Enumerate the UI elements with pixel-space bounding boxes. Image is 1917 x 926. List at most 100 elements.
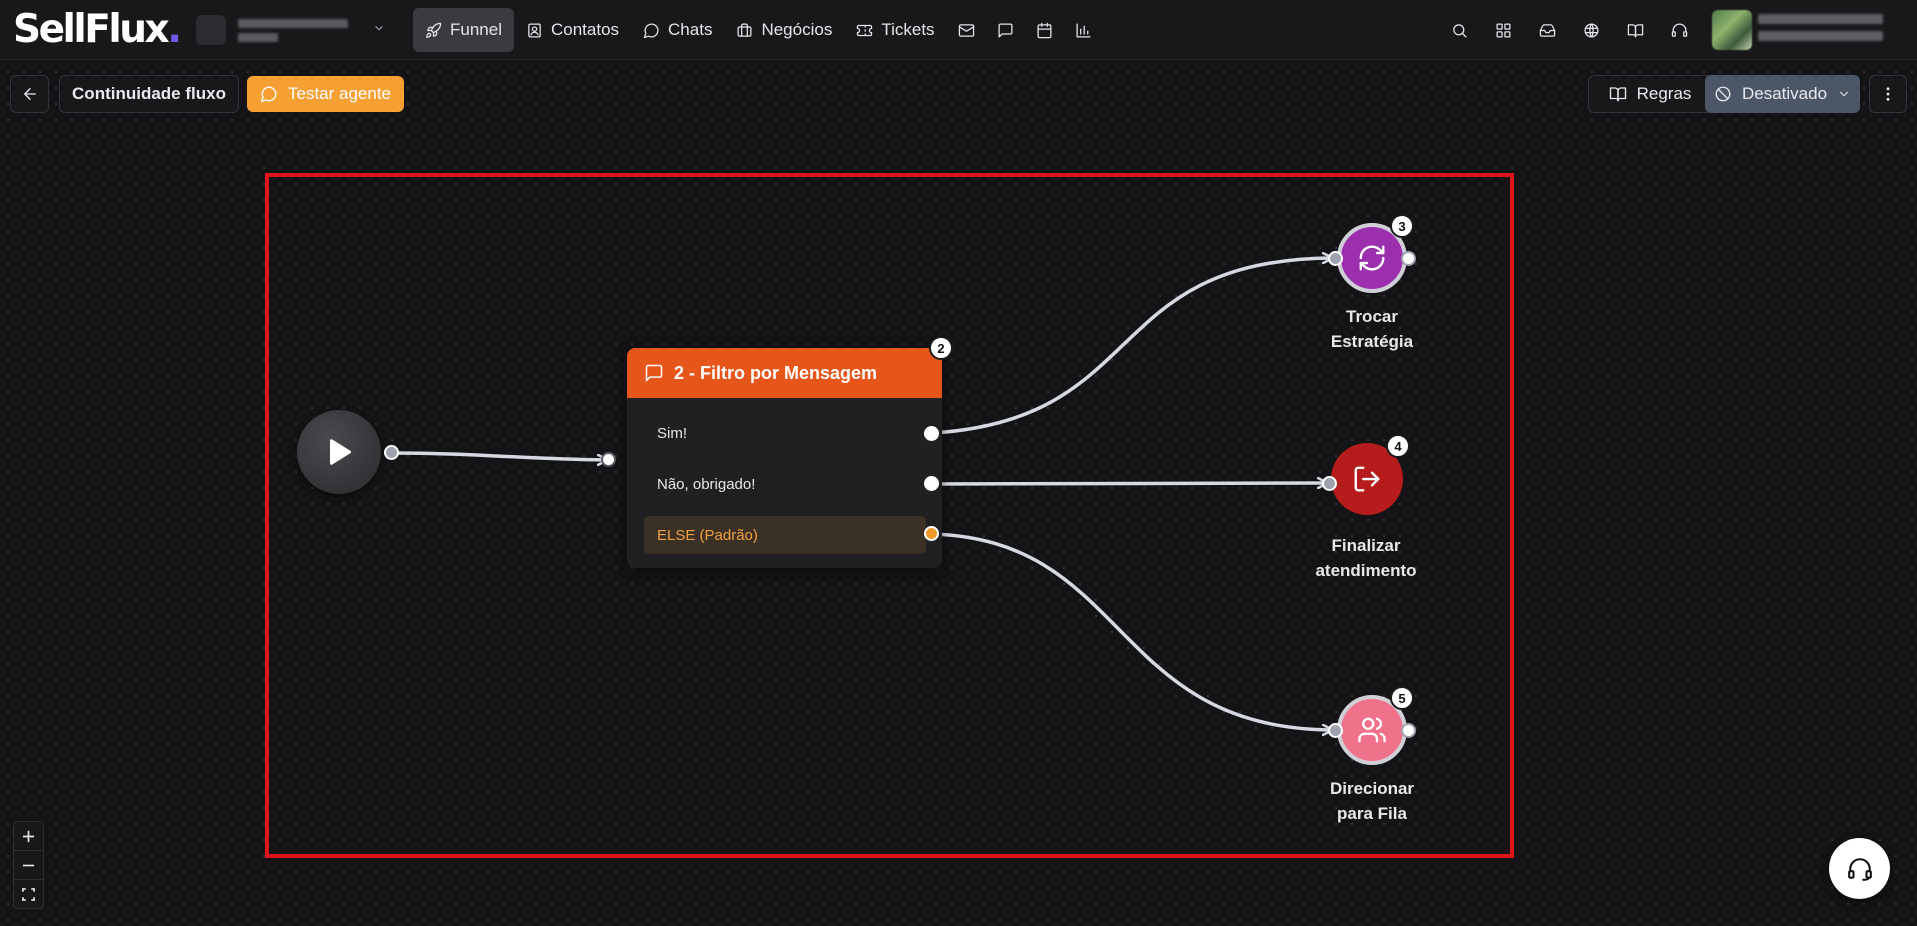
inbox-icon: [1539, 23, 1555, 37]
apps-button[interactable]: [1481, 8, 1525, 52]
message-square-icon: [645, 364, 663, 382]
chat-icon: [260, 86, 277, 103]
workspace-avatar: [196, 15, 226, 45]
floating-support-button[interactable]: [1829, 838, 1890, 899]
ban-icon: [1715, 86, 1731, 102]
more-vertical-icon: [1886, 87, 1890, 101]
chevron-down-icon: [1840, 91, 1849, 97]
filter-option-else[interactable]: ELSE (Padrão): [644, 516, 926, 554]
start-node[interactable]: [297, 410, 381, 494]
trocar-output-handle[interactable]: [1401, 251, 1416, 266]
filter-else-handle[interactable]: [924, 526, 939, 541]
ticket-icon: [857, 24, 873, 36]
nav-messages[interactable]: [986, 8, 1025, 52]
users-icon: [1358, 717, 1386, 743]
arrow-left-icon: [23, 88, 36, 100]
trocar-estrategia-badge: 3: [1390, 214, 1414, 238]
nav-contatos[interactable]: Contatos: [514, 8, 631, 52]
nav-tickets-label: Tickets: [881, 20, 935, 39]
nav-negocios[interactable]: Negócios: [724, 8, 844, 52]
inbox-button[interactable]: [1525, 8, 1569, 52]
edge-sim-trocar: [931, 258, 1332, 435]
direcionar-fila-badge: 5: [1390, 686, 1414, 710]
nav-tickets[interactable]: Tickets: [844, 8, 946, 52]
bar-chart-icon: [1076, 22, 1091, 38]
flow-edges: [390, 0, 1917, 926]
header-actions: [1437, 8, 1701, 52]
support-button-header[interactable]: [1657, 8, 1701, 52]
test-agent-label: Testar agente: [287, 84, 391, 103]
rules-label: Regras: [1636, 84, 1692, 103]
nav-calendar[interactable]: [1025, 8, 1064, 52]
nav-funnel-label: Funnel: [450, 20, 502, 39]
apps-grid-icon: [1495, 22, 1511, 38]
direcionar-fila-label: Direcionar para Fila: [1292, 776, 1452, 826]
nav-contatos-label: Contatos: [550, 20, 620, 39]
zoom-in-button[interactable]: [14, 822, 43, 851]
finalizar-label-line1: Finalizar: [1331, 536, 1401, 555]
user-info-redacted[interactable]: [1758, 14, 1883, 41]
filter-node-badge: 2: [929, 336, 953, 360]
filter-input-handle[interactable]: [601, 452, 616, 467]
globe-icon: [1583, 22, 1599, 38]
direcionar-output-handle[interactable]: [1401, 723, 1416, 738]
trocar-estrategia-label: Trocar Estratégia: [1292, 304, 1452, 354]
finalizar-atendimento-badge: 4: [1386, 434, 1410, 458]
headset-icon: [1671, 22, 1687, 37]
edge-else-direcionar: [931, 532, 1332, 730]
more-options-button[interactable]: [1869, 75, 1907, 113]
direcionar-input-handle[interactable]: [1328, 723, 1343, 738]
trocar-label-line1: Trocar: [1346, 307, 1398, 326]
flow-title[interactable]: Continuidade fluxo: [59, 75, 239, 113]
test-agent-button[interactable]: Testar agente: [247, 76, 404, 112]
rocket-icon: [426, 22, 442, 38]
nav-negocios-label: Negócios: [761, 20, 833, 39]
docs-button[interactable]: [1613, 8, 1657, 52]
app-logo[interactable]: SellFlux.: [13, 7, 182, 52]
book-icon: [1627, 23, 1643, 38]
nav-funnel[interactable]: Funnel: [413, 8, 514, 52]
zoom-out-button[interactable]: [14, 851, 43, 880]
nav-chats-label: Chats: [668, 20, 713, 39]
chevron-down-icon: [372, 21, 386, 38]
trocar-input-handle[interactable]: [1328, 251, 1343, 266]
nav-chats[interactable]: Chats: [631, 8, 724, 52]
filter-option-nao[interactable]: Não, obrigado!: [644, 465, 926, 503]
fit-view-button[interactable]: [14, 880, 43, 908]
status-dropdown[interactable]: Desativado: [1705, 75, 1860, 113]
filter-node[interactable]: 2 - Filtro por Mensagem Sim! Não, obriga…: [627, 348, 942, 568]
contacts-icon: [528, 22, 541, 38]
message-square-icon: [998, 22, 1013, 38]
finalizar-input-handle[interactable]: [1322, 476, 1337, 491]
logo-dot: .: [167, 7, 182, 52]
minus-icon: [22, 864, 35, 866]
back-button[interactable]: [10, 75, 49, 113]
status-label: Desativado: [1741, 84, 1828, 103]
briefcase-icon: [737, 22, 752, 37]
finalizar-atendimento-label: Finalizar atendimento: [1286, 533, 1446, 583]
mail-icon: [958, 23, 974, 37]
user-avatar[interactable]: [1712, 10, 1752, 50]
refresh-icon: [1359, 245, 1385, 271]
nav-reports[interactable]: [1064, 8, 1103, 52]
filter-sim-handle[interactable]: [924, 426, 939, 441]
nav-mail[interactable]: [947, 8, 986, 52]
book-icon: [1609, 87, 1626, 102]
headset-icon: [1847, 857, 1872, 881]
filter-option-sim[interactable]: Sim!: [644, 414, 926, 452]
search-icon: [1452, 23, 1467, 38]
finalizar-label-line2: atendimento: [1315, 561, 1417, 580]
start-output-handle[interactable]: [384, 445, 399, 460]
edge-nao-finalizar: [931, 483, 1327, 484]
edge-start-filter: [390, 451, 607, 460]
trocar-label-line2: Estratégia: [1330, 332, 1414, 351]
workspace-selector[interactable]: [196, 12, 386, 48]
filter-nao-handle[interactable]: [924, 476, 939, 491]
top-bar: SellFlux. Funnel Contatos Chats Negócios: [0, 0, 1917, 60]
search-button[interactable]: [1437, 8, 1481, 52]
filter-node-header[interactable]: 2 - Filtro por Mensagem: [627, 348, 942, 398]
zoom-controls: [13, 821, 44, 909]
language-button[interactable]: [1569, 8, 1613, 52]
rules-button[interactable]: Regras: [1588, 75, 1712, 113]
maximize-icon: [22, 887, 35, 901]
